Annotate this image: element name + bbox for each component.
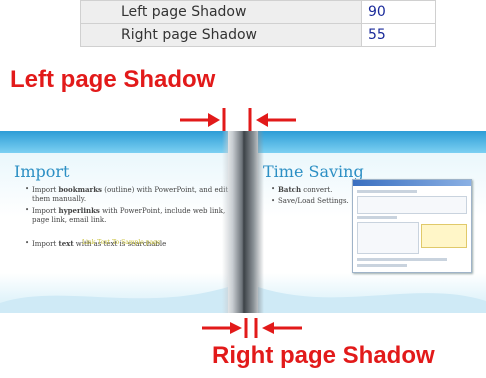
list-item: Save/Load Settings. <box>271 197 353 206</box>
list-item: Import hyperlinks with PowerPoint, inclu… <box>25 206 232 225</box>
sample-page-link[interactable]: Link Text To Sample page <box>82 239 161 246</box>
settings-table: Left page Shadow 90 Right page Shadow 55 <box>80 0 436 47</box>
table-row[interactable]: Left page Shadow 90 <box>80 0 436 24</box>
bullet-list: Batch convert. Save/Load Settings. <box>268 185 353 208</box>
inward-arrows-icon <box>202 318 302 338</box>
setting-value[interactable]: 90 <box>361 0 436 24</box>
right-shadow-label: Right page Shadow <box>212 342 435 369</box>
decorative-swirl-icon <box>258 287 486 313</box>
list-item: Batch convert. <box>271 185 353 195</box>
header-band <box>0 131 228 153</box>
setting-name: Right page Shadow <box>80 23 362 47</box>
setting-value[interactable]: 55 <box>361 23 436 47</box>
decorative-swirl-icon <box>0 287 228 313</box>
header-band <box>258 131 486 153</box>
title-bar <box>353 180 471 186</box>
setting-name: Left page Shadow <box>80 0 362 24</box>
list-item: Import bookmarks (outline) with PowerPoi… <box>25 185 232 204</box>
page-spine-shadow <box>222 131 264 313</box>
app-screenshot-thumbnail <box>352 179 472 273</box>
book-preview: Import Import bookmarks (outline) with P… <box>0 131 486 313</box>
inward-arrows-icon <box>180 108 296 132</box>
table-row[interactable]: Right page Shadow 55 <box>80 23 436 47</box>
page-title: Import <box>14 162 70 181</box>
left-shadow-label: Left page Shadow <box>10 66 216 93</box>
page-title: Time Saving <box>263 162 364 181</box>
